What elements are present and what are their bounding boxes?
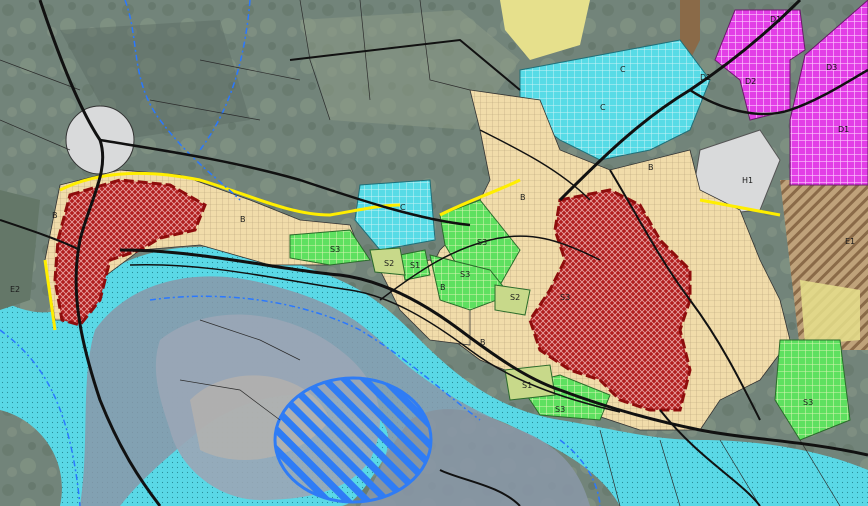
label-d1-c: D1 xyxy=(700,73,711,82)
label-s3-c: S3 xyxy=(460,270,470,279)
label-d1-a: D1 xyxy=(770,15,781,24)
label-b-west: B xyxy=(52,211,58,220)
label-e1: E1 xyxy=(845,237,855,246)
map-canvas: B B B B B B S3 S3 S3 S3 S3 S3 S2 S2 S1 S… xyxy=(0,0,868,506)
label-s3-e: S3 xyxy=(560,293,570,302)
label-c-a: C xyxy=(620,65,626,74)
label-s1-a: S1 xyxy=(522,381,532,390)
label-b-south: B xyxy=(480,338,486,347)
label-e2: E2 xyxy=(10,285,20,294)
zone-yellow-east xyxy=(800,280,860,345)
label-h1: H1 xyxy=(742,176,753,185)
label-s3-east: S3 xyxy=(803,398,813,407)
label-c-b: C xyxy=(600,103,606,112)
label-s3-b: S3 xyxy=(477,238,487,247)
label-s2-b: S2 xyxy=(384,259,394,268)
label-c-c: C xyxy=(400,203,406,212)
label-s3-d: S3 xyxy=(555,405,565,414)
label-d3: D3 xyxy=(826,63,837,72)
label-s1-b: S1 xyxy=(410,261,420,270)
label-b-east-2: B xyxy=(648,163,654,172)
protection-zone-hatched xyxy=(273,376,433,504)
label-d1-b: D1 xyxy=(838,125,849,134)
zoning-map[interactable]: B B B B B B S3 S3 S3 S3 S3 S3 S2 S2 S1 S… xyxy=(0,0,868,506)
label-d2: D2 xyxy=(745,77,756,86)
label-b-center: B xyxy=(440,283,446,292)
label-b-west-2: B xyxy=(240,215,246,224)
label-b-east-1: B xyxy=(520,193,526,202)
label-s3-a: S3 xyxy=(330,245,340,254)
label-s2-a: S2 xyxy=(510,293,520,302)
